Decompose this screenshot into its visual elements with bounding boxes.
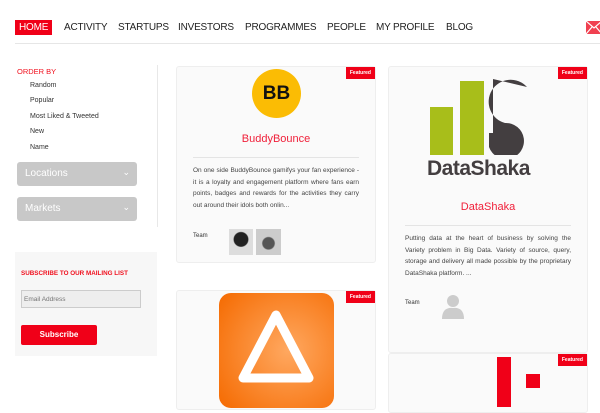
subscribe-button[interactable]: Subscribe <box>21 325 97 345</box>
startup-card-datashaka[interactable]: Featured DataShaka DataShaka Putting dat… <box>388 66 588 353</box>
order-popular[interactable]: Popular <box>30 97 54 104</box>
team-member-avatar[interactable] <box>229 229 253 255</box>
chevron-down-icon: ⌄ <box>122 167 130 177</box>
nav-my-profile[interactable]: MY PROFILE <box>376 22 435 33</box>
card-description: Putting data at the heart of business by… <box>405 235 571 277</box>
nav-blog[interactable]: BLOG <box>446 22 473 33</box>
chevron-down-icon: ⌄ <box>122 202 130 212</box>
locations-dropdown[interactable]: Locations ⌄ <box>17 162 137 186</box>
subscribe-panel: SUBSCRIBE TO OUR MAILING LIST Subscribe <box>15 252 157 356</box>
team-member-avatar[interactable] <box>256 229 281 255</box>
datashaka-mark-icon <box>430 79 527 159</box>
order-by-heading: ORDER BY <box>17 67 57 76</box>
team-label: Team <box>193 233 208 239</box>
card-description: On one side BuddyBounce gamifys your fan… <box>193 167 359 209</box>
datashaka-wordmark: DataShaka <box>427 157 530 180</box>
markets-label: Markets <box>25 203 61 214</box>
datashaka-logo[interactable]: DataShaka <box>427 75 555 185</box>
mail-icon[interactable] <box>586 21 600 34</box>
nav-home[interactable]: HOME <box>15 20 53 35</box>
triangle-icon <box>238 310 314 383</box>
email-input[interactable] <box>21 290 141 308</box>
card-title[interactable]: BuddyBounce <box>177 133 375 145</box>
nav-activity[interactable]: ACTIVITY <box>64 22 108 33</box>
nav-investors[interactable]: INVESTORS <box>178 22 234 33</box>
startup-logo[interactable] <box>219 293 334 408</box>
featured-badge: Featured <box>345 67 375 79</box>
startup-logo-square <box>526 374 540 388</box>
startup-card[interactable]: Featured <box>176 290 376 410</box>
sidebar-divider <box>157 65 158 227</box>
order-random[interactable]: Random <box>30 82 56 89</box>
card-divider <box>193 157 359 158</box>
card-title[interactable]: DataShaka <box>389 201 587 213</box>
featured-badge: Featured <box>345 291 375 303</box>
startup-card-buddybounce[interactable]: Featured BB BuddyBounce On one side Budd… <box>176 66 376 263</box>
nav-startups[interactable]: STARTUPS <box>118 22 169 33</box>
card-divider <box>405 225 571 226</box>
nav-programmes[interactable]: PROGRAMMES <box>245 22 317 33</box>
locations-label: Locations <box>25 168 68 179</box>
featured-badge: Featured <box>557 354 587 366</box>
nav-people[interactable]: PEOPLE <box>327 22 366 33</box>
team-label: Team <box>405 300 420 306</box>
markets-dropdown[interactable]: Markets ⌄ <box>17 197 137 221</box>
featured-badge: Featured <box>557 67 587 79</box>
order-name[interactable]: Name <box>30 144 49 151</box>
order-new[interactable]: New <box>30 128 44 135</box>
buddybounce-logo[interactable]: BB <box>252 69 301 118</box>
nav-divider <box>15 43 600 44</box>
order-most-liked[interactable]: Most Liked & Tweeted <box>30 113 99 120</box>
user-placeholder-icon[interactable] <box>441 293 465 319</box>
subscribe-heading: SUBSCRIBE TO OUR MAILING LIST <box>21 270 128 277</box>
startup-card[interactable]: Featured <box>388 353 588 413</box>
